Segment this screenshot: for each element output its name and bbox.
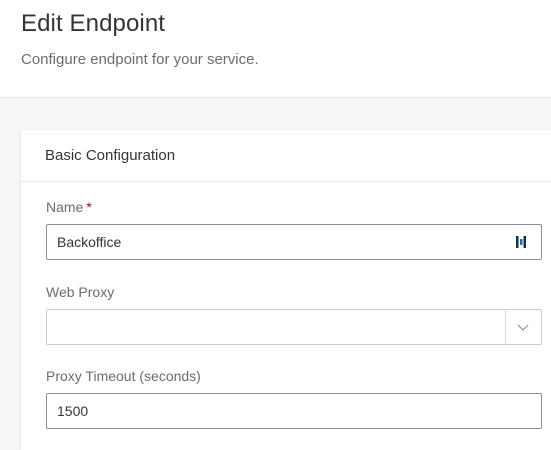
password-manager-icon[interactable] [515,235,527,249]
page-subtitle: Configure endpoint for your service. [21,51,259,68]
required-mark: * [86,199,92,215]
chevron-down-icon[interactable] [517,322,529,332]
web-proxy-label: Web Proxy [46,284,115,300]
name-label-text: Name [46,199,84,215]
web-proxy-select[interactable] [46,309,542,345]
proxy-timeout-input[interactable] [46,393,542,429]
page-title: Edit Endpoint [21,10,166,37]
name-input[interactable] [46,224,542,260]
basic-configuration-card: Basic Configuration Name* Web Proxy Prox… [21,130,551,450]
card-header: Basic Configuration [21,130,551,182]
page-header: Edit Endpoint Configure endpoint for you… [0,0,551,98]
name-input-wrapper [46,224,542,260]
name-field-label: Name * [46,199,92,215]
proxy-timeout-label: Proxy Timeout (seconds) [46,368,201,384]
card-title: Basic Configuration [45,147,176,164]
select-divider [505,310,506,344]
